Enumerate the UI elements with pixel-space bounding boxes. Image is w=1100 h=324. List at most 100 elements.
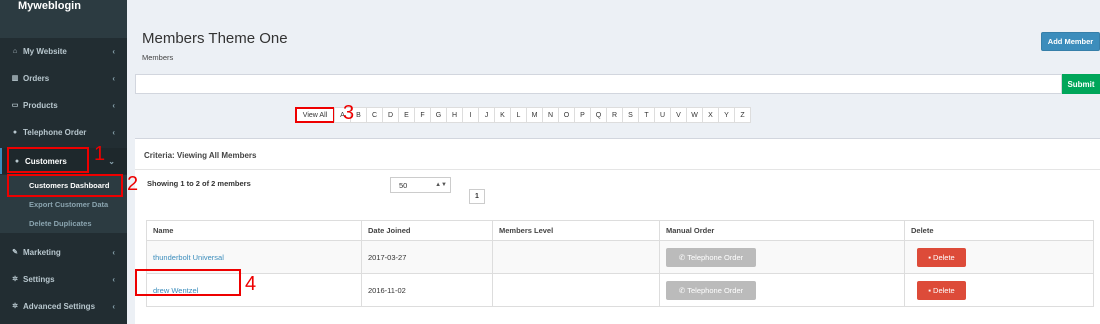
page-title: Members Theme One — [142, 30, 288, 47]
sidebar-item-telephone-order[interactable]: ● Telephone Order ‹ — [0, 119, 127, 145]
filter-letter-u[interactable]: U — [654, 107, 671, 123]
column-header-name[interactable]: Name — [146, 220, 362, 241]
sidebar-item-label: Advanced Settings — [23, 301, 96, 311]
gear-icon: ✲ — [12, 276, 18, 283]
page-button[interactable]: 1 — [469, 189, 485, 204]
cell-members-level — [492, 240, 660, 274]
sidebar-item-my-website[interactable]: ⌂ My Website ‹ — [0, 38, 127, 64]
submit-button[interactable]: Submit — [1062, 74, 1100, 94]
annotation-box-customers — [7, 147, 89, 173]
cell-date-joined: 2016-11-02 — [361, 273, 493, 307]
home-icon: ⌂ — [12, 47, 18, 55]
members-box: Criteria: Viewing All Members Showing 1 … — [135, 138, 1100, 324]
phone-icon: ✆ — [678, 252, 688, 262]
telephone-order-button[interactable]: ✆ Telephone Order — [666, 247, 756, 267]
annotation-box-member — [135, 269, 241, 296]
sidebar-item-orders[interactable]: ▥ Orders ‹ — [0, 65, 127, 91]
filter-letter-n[interactable]: N — [542, 107, 559, 123]
column-header-delete[interactable]: Delete — [904, 220, 1094, 241]
telephone-order-button[interactable]: ✆ Telephone Order — [666, 280, 756, 300]
divider — [135, 169, 1100, 170]
filter-letter-l[interactable]: L — [510, 107, 527, 123]
delete-label: Delete — [933, 252, 955, 262]
annotation-number-3: 3 — [343, 102, 355, 124]
member-name-link[interactable]: thunderbolt Universal — [153, 253, 224, 262]
table-row: drew Wentzel 2016-11-02 ✆ Telephone Orde… — [146, 273, 1094, 307]
filter-letter-c[interactable]: C — [366, 107, 383, 123]
brand-logo[interactable]: Myweblogin — [0, 0, 127, 38]
chevron-left-icon: ‹ — [112, 247, 115, 257]
filter-letter-j[interactable]: J — [478, 107, 495, 123]
phone-icon: ✆ — [678, 285, 688, 295]
chevron-left-icon: ‹ — [112, 301, 115, 311]
filter-letter-i[interactable]: I — [462, 107, 479, 123]
search-input[interactable] — [135, 74, 1062, 94]
users-icon: ● — [12, 128, 18, 136]
chevron-left-icon: ‹ — [112, 46, 115, 56]
chevron-left-icon: ‹ — [112, 274, 115, 284]
telephone-order-label: Telephone Order — [687, 252, 744, 262]
filter-letter-f[interactable]: F — [414, 107, 431, 123]
sidebar-item-advanced-settings[interactable]: ✲ Advanced Settings ‹ — [0, 293, 127, 319]
cell-manual-order: ✆ Telephone Order — [659, 273, 905, 307]
column-header-manual-order[interactable]: Manual Order — [659, 220, 905, 241]
filter-view-all[interactable]: View All — [295, 107, 335, 123]
sidebar-item-label: Telephone Order — [23, 127, 87, 137]
main-content: Members Theme One Members Add Member Sub… — [127, 0, 1100, 324]
filter-letter-z[interactable]: Z — [734, 107, 751, 123]
chevron-left-icon: ‹ — [112, 73, 115, 83]
column-header-members-level[interactable]: Members Level — [492, 220, 660, 241]
showing-count: Showing 1 to 2 of 2 members — [147, 179, 251, 188]
filter-letter-q[interactable]: Q — [590, 107, 607, 123]
cell-members-level — [492, 273, 660, 307]
delete-button[interactable]: ▪ Delete — [917, 247, 966, 267]
delete-button[interactable]: ▪ Delete — [917, 280, 966, 300]
sidebar-item-label: Marketing — [23, 247, 61, 257]
cell-delete: ▪ Delete — [904, 240, 1094, 274]
gears-icon: ✲ — [12, 303, 18, 310]
sidebar-item-settings[interactable]: ✲ Settings ‹ — [0, 266, 127, 292]
column-header-date-joined[interactable]: Date Joined — [361, 220, 493, 241]
sidebar-item-label: Orders — [23, 73, 50, 83]
filter-letter-r[interactable]: R — [606, 107, 623, 123]
sidebar-sub-delete-duplicates[interactable]: Delete Duplicates — [0, 213, 127, 233]
cell-delete: ▪ Delete — [904, 273, 1094, 307]
breadcrumb[interactable]: Members — [142, 53, 173, 62]
filter-letter-d[interactable]: D — [382, 107, 399, 123]
filter-letter-m[interactable]: M — [526, 107, 543, 123]
bar-chart-icon: ▥ — [11, 75, 19, 82]
alphabet-filter: View All A B C D E F G H I J K L M N O P… — [295, 107, 751, 123]
chevron-down-icon: ⌄ — [108, 156, 115, 166]
wrench-icon: ✎ — [12, 249, 18, 256]
chevron-left-icon: ‹ — [112, 127, 115, 137]
add-member-button[interactable]: Add Member — [1041, 32, 1100, 51]
filter-letter-g[interactable]: G — [430, 107, 447, 123]
filter-letter-x[interactable]: X — [702, 107, 719, 123]
criteria-title: Criteria: Viewing All Members — [144, 151, 257, 160]
per-page-select[interactable]: 50 ▲▼ — [390, 177, 451, 193]
sidebar-item-products[interactable]: ▭ Products ‹ — [0, 92, 127, 118]
filter-letter-v[interactable]: V — [670, 107, 687, 123]
filter-letter-y[interactable]: Y — [718, 107, 735, 123]
filter-letter-h[interactable]: H — [446, 107, 463, 123]
annotation-number-2: 2 — [127, 173, 139, 195]
annotation-number-4: 4 — [245, 273, 257, 295]
annotation-number-1: 1 — [94, 143, 106, 165]
per-page-value: 50 — [399, 180, 408, 190]
filter-letter-o[interactable]: O — [558, 107, 575, 123]
table-row: thunderbolt Universal 2017-03-27 ✆ Telep… — [146, 240, 1094, 274]
annotation-box-dashboard — [7, 174, 123, 197]
filter-letter-e[interactable]: E — [398, 107, 415, 123]
filter-letter-s[interactable]: S — [622, 107, 639, 123]
monitor-icon: ▭ — [11, 102, 19, 109]
filter-letter-p[interactable]: P — [574, 107, 591, 123]
filter-letter-k[interactable]: K — [494, 107, 511, 123]
telephone-order-label: Telephone Order — [687, 285, 744, 295]
sidebar-item-label: My Website — [23, 46, 67, 56]
sidebar-sub-export-customer-data[interactable]: Export Customer Data — [0, 194, 127, 214]
filter-letter-w[interactable]: W — [686, 107, 703, 123]
sidebar-item-marketing[interactable]: ✎ Marketing ‹ — [0, 239, 127, 265]
chevron-left-icon: ‹ — [112, 100, 115, 110]
filter-letter-t[interactable]: T — [638, 107, 655, 123]
select-arrows-icon: ▲▼ — [435, 182, 447, 188]
